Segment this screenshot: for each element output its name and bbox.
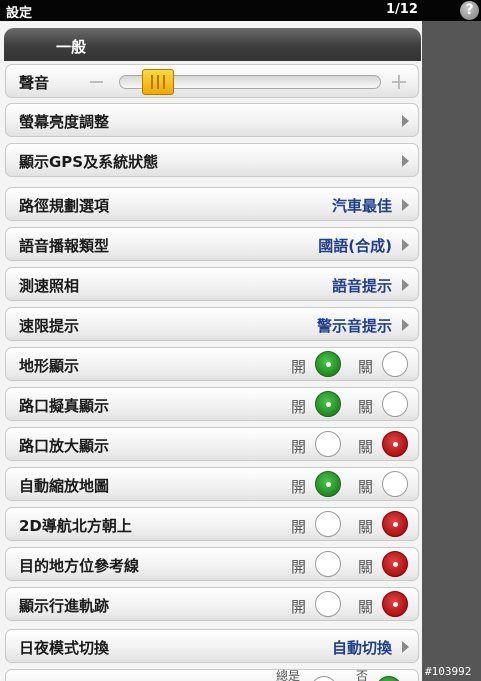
row-label: 地形顯示 [19, 357, 80, 375]
selected-dot-icon [393, 442, 398, 447]
settings-row-route-planning[interactable]: 路徑規劃選項 汽車最佳 [5, 187, 419, 221]
option-b-radio[interactable] [376, 676, 402, 681]
settings-row-destination-line: 目的地方位參考線 開 關 [5, 547, 419, 581]
off-label: 關 [358, 558, 374, 576]
chevron-right-icon [402, 199, 409, 211]
off-label: 關 [358, 518, 374, 536]
selected-dot-icon [393, 562, 398, 567]
on-label: 開 [291, 598, 307, 616]
settings-row-voice-type[interactable]: 語音播報類型 國語(合成) [5, 227, 419, 261]
help-icon[interactable]: ? [460, 1, 479, 20]
option-a-radio[interactable] [311, 676, 337, 681]
page-indicator: 1/12 [386, 2, 418, 17]
option-b-label: 否 [356, 669, 369, 681]
on-radio[interactable] [315, 471, 341, 497]
row-value: 國語(合成) [318, 237, 392, 255]
on-label: 開 [291, 518, 307, 536]
title-bar: 設定 1/12 ? [0, 0, 481, 21]
row-value: 自動切換 [331, 639, 392, 657]
off-radio[interactable] [382, 471, 408, 497]
on-radio[interactable] [315, 551, 341, 577]
settings-row-realistic-junction: 路口擬真顯示 開 關 [5, 387, 419, 421]
selected-dot-icon [326, 402, 331, 407]
settings-row-speed-limit[interactable]: 速限提示 警示音提示 [5, 307, 419, 341]
row-label: 自動縮放地圖 [19, 477, 110, 495]
settings-row-auto-zoom: 自動縮放地圖 開 關 [5, 467, 419, 501]
off-label: 關 [358, 478, 374, 496]
off-label: 關 [358, 398, 374, 416]
on-radio[interactable] [315, 591, 341, 617]
row-label: 路口擬真顯示 [19, 397, 110, 415]
selected-dot-icon [326, 362, 331, 367]
window-title: 設定 [6, 6, 33, 21]
chevron-right-icon [402, 155, 409, 167]
row-label: 顯示GPS及系統狀態 [19, 153, 159, 171]
row-value: 警示音提示 [316, 317, 392, 335]
row-label: 2D導航北方朝上 [19, 517, 132, 535]
settings-panel: 一般 聲音 螢幕亮度調整 顯示GPS及系統狀態 路徑規劃選項 汽車最佳 語音播報… [0, 21, 422, 681]
off-radio[interactable] [382, 511, 408, 537]
off-label: 關 [358, 598, 374, 616]
volume-row: 聲音 [5, 64, 419, 98]
settings-row-terrain: 地形顯示 開 關 [5, 347, 419, 381]
on-label: 開 [291, 558, 307, 576]
row-label: 路徑規劃選項 [19, 197, 110, 215]
volume-down-icon[interactable] [90, 81, 103, 83]
on-radio[interactable] [315, 431, 341, 457]
off-radio[interactable] [382, 391, 408, 417]
on-label: 開 [291, 478, 307, 496]
off-label: 關 [358, 358, 374, 376]
settings-row-junction-zoom: 路口放大顯示 開 關 [5, 427, 419, 461]
option-a-label: 總是 [276, 669, 301, 681]
selected-dot-icon [393, 522, 398, 527]
row-label: 測速照相 [19, 277, 80, 295]
chevron-right-icon [402, 279, 409, 291]
row-label: 顯示行進軌跡 [19, 597, 110, 615]
settings-row-track-log: 顯示行進軌跡 開 關 [5, 587, 419, 621]
on-label: 開 [291, 438, 307, 456]
row-label: 目的地方位參考線 [19, 557, 140, 575]
off-radio[interactable] [382, 591, 408, 617]
settings-row-day-night[interactable]: 日夜模式切換 自動切換 [5, 629, 419, 663]
chevron-right-icon [402, 115, 409, 127]
selected-dot-icon [393, 602, 398, 607]
row-value: 語音提示 [331, 277, 392, 295]
volume-label: 聲音 [19, 74, 50, 92]
chevron-right-icon [402, 319, 409, 331]
on-radio[interactable] [315, 351, 341, 377]
selected-dot-icon [326, 482, 331, 487]
row-label: 日夜模式切換 [19, 639, 110, 657]
on-label: 開 [291, 358, 307, 376]
section-header: 一般 [4, 28, 421, 61]
on-radio[interactable] [315, 511, 341, 537]
volume-slider-thumb[interactable] [142, 69, 174, 95]
row-label: 速限提示 [19, 317, 80, 335]
section-title: 一般 [56, 38, 87, 56]
settings-row-speed-camera[interactable]: 測速照相 語音提示 [5, 267, 419, 301]
off-radio[interactable] [382, 431, 408, 457]
off-radio[interactable] [382, 551, 408, 577]
chevron-right-icon [402, 641, 409, 653]
off-radio[interactable] [382, 351, 408, 377]
row-label: 語音播報類型 [19, 237, 110, 255]
chevron-right-icon [402, 239, 409, 251]
row-value: 汽車最佳 [331, 197, 392, 215]
row-label: 路口放大顯示 [19, 437, 110, 455]
off-label: 關 [358, 438, 374, 456]
on-radio[interactable] [315, 391, 341, 417]
row-label: 螢幕亮度調整 [19, 113, 110, 131]
settings-row-north-up: 2D導航北方朝上 開 關 [5, 507, 419, 541]
settings-row-partial: 總是 否 [5, 669, 419, 681]
settings-row-brightness[interactable]: 螢幕亮度調整 [5, 103, 419, 137]
settings-row-gps-status[interactable]: 顯示GPS及系統狀態 [5, 143, 419, 177]
watermark: #103992 [425, 665, 472, 678]
on-label: 開 [291, 398, 307, 416]
